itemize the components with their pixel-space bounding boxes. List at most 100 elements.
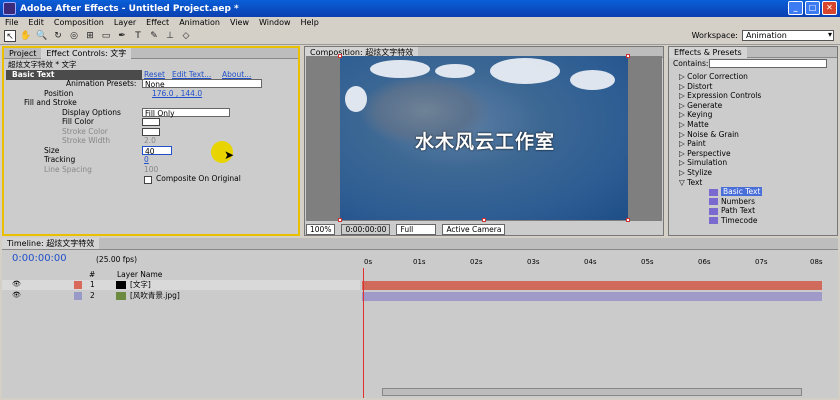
eraser-tool-icon[interactable]: ◇ — [180, 30, 192, 42]
text-tool-icon[interactable]: T — [132, 30, 144, 42]
ep-color-correction[interactable]: ▷ Color Correction — [669, 72, 829, 82]
workspace-selector: Workspace: Animation — [692, 30, 834, 41]
comp-timecode[interactable]: 0:00:00:00 — [341, 223, 391, 235]
animation-presets-dropdown[interactable]: None — [142, 79, 262, 89]
time-ruler[interactable]: 0s 01s 02s 03s 04s 05s 06s 07s 08s — [362, 258, 823, 268]
reset-link[interactable]: Reset — [144, 70, 165, 79]
tab-effect-controls[interactable]: Effect Controls: 文字 — [41, 47, 132, 59]
menu-composition[interactable]: Composition — [54, 17, 104, 28]
contains-input[interactable] — [709, 59, 827, 68]
ep-paint[interactable]: ▷ Paint — [669, 139, 829, 149]
ep-basic-text[interactable]: Basic Text — [669, 187, 829, 197]
clone-stamp-icon[interactable]: ⊥ — [164, 30, 176, 42]
col-layer-name[interactable]: Layer Name — [117, 270, 162, 279]
menu-effect[interactable]: Effect — [146, 17, 169, 28]
effects-presets-panel: Effects & Presets Contains: ▷ Color Corr… — [668, 46, 838, 236]
ep-distort[interactable]: ▷ Distort — [669, 82, 829, 92]
stroke-color-swatch[interactable] — [142, 128, 160, 136]
handle-bc[interactable] — [482, 218, 486, 222]
layer-bar-2[interactable] — [362, 292, 822, 301]
pan-behind-icon[interactable]: ⊞ — [84, 30, 96, 42]
text-layer-icon — [116, 281, 126, 289]
timeline-timecode[interactable]: 0:00:00:00 — [12, 254, 67, 264]
camera-dropdown[interactable]: Active Camera — [442, 223, 506, 235]
handle-tl[interactable] — [338, 54, 342, 58]
edit-text-link[interactable]: Edit Text... — [172, 70, 211, 79]
workspace-dropdown[interactable]: Animation — [742, 30, 834, 41]
layer-row[interactable]: 👁 1 [文字] — [2, 280, 360, 290]
ep-expression-controls[interactable]: ▷ Expression Controls — [669, 91, 829, 101]
app-icon — [3, 2, 16, 15]
rectangle-mask-icon[interactable]: ▭ — [100, 30, 112, 42]
image-layer-icon — [116, 292, 126, 300]
composite-checkbox[interactable] — [144, 176, 152, 184]
tab-timeline[interactable]: Timeline: 超炫文字特效 — [2, 238, 100, 249]
layer-bar-1[interactable] — [362, 281, 822, 290]
tab-project[interactable]: Project — [4, 48, 41, 59]
minimize-button[interactable]: _ — [788, 1, 803, 15]
menu-file[interactable]: File — [5, 17, 18, 28]
effect-preset-icon — [709, 198, 718, 206]
hand-tool-icon[interactable]: ✋ — [20, 30, 32, 42]
col-num: # — [89, 270, 96, 279]
menu-edit[interactable]: Edit — [28, 17, 44, 28]
about-link[interactable]: About... — [222, 70, 251, 79]
eye-icon: 👁 — [12, 280, 21, 288]
rotate-tool-icon[interactable]: ↻ — [52, 30, 64, 42]
quality-dropdown[interactable]: Full — [396, 223, 437, 235]
brush-tool-icon[interactable]: ✎ — [148, 30, 160, 42]
effect-name[interactable]: Basic Text — [12, 70, 55, 79]
line-spacing-value[interactable]: 100 — [144, 165, 158, 174]
menu-window[interactable]: Window — [259, 17, 291, 28]
display-options-dropdown[interactable]: Fill Only — [142, 108, 230, 118]
handle-br[interactable] — [626, 218, 630, 222]
current-time-indicator[interactable] — [363, 268, 364, 398]
ep-text[interactable]: ▽ Text — [669, 178, 829, 188]
menu-help[interactable]: Help — [301, 17, 319, 28]
layer-row[interactable]: 👁 2 [风吹青景.jpg] — [2, 291, 360, 301]
tracking-value[interactable]: 0 — [144, 155, 149, 164]
zoom-tool-icon[interactable]: 🔍 — [36, 30, 48, 42]
comp-text[interactable]: 水木风云工作室 — [380, 127, 590, 154]
ep-matte[interactable]: ▷ Matte — [669, 120, 829, 130]
fill-color-label: Fill Color — [62, 117, 94, 126]
maximize-button[interactable]: □ — [805, 1, 820, 15]
close-button[interactable]: ✕ — [822, 1, 837, 15]
menu-view[interactable]: View — [230, 17, 249, 28]
pen-tool-icon[interactable]: ✒ — [116, 30, 128, 42]
ep-stylize[interactable]: ▷ Stylize — [669, 168, 829, 178]
fill-color-swatch[interactable] — [142, 118, 160, 126]
label-color — [74, 281, 82, 289]
timeline-fps: (25.00 fps) — [96, 255, 138, 264]
orbit-camera-icon[interactable]: ◎ — [68, 30, 80, 42]
selection-tool-icon[interactable]: ↖ — [4, 30, 16, 42]
ep-timecode[interactable]: Timecode — [669, 216, 829, 226]
eye-icon: 👁 — [12, 291, 21, 299]
size-input[interactable]: 40 — [142, 146, 172, 156]
mouse-cursor-icon: ➤ — [224, 148, 235, 162]
handle-tr[interactable] — [626, 54, 630, 58]
tab-effects-presets[interactable]: Effects & Presets — [669, 46, 747, 58]
timeline-panel: 0:00:00:00 (25.00 fps) # Layer Name 0s 0… — [2, 250, 838, 398]
label-color — [74, 292, 82, 300]
comp-footer: 100% 0:00:00:00 Full Active Camera — [306, 223, 662, 235]
timeline-zoom-slider[interactable] — [382, 388, 802, 396]
fill-stroke-group[interactable]: Fill and Stroke — [24, 98, 77, 107]
ep-numbers[interactable]: Numbers — [669, 197, 829, 207]
stroke-width-value[interactable]: 2.0 — [144, 136, 156, 145]
zoom-dropdown[interactable]: 100% — [306, 223, 336, 235]
ep-simulation[interactable]: ▷ Simulation — [669, 158, 829, 168]
size-label: Size — [44, 146, 60, 155]
ep-generate[interactable]: ▷ Generate — [669, 101, 829, 111]
menu-bar: File Edit Composition Layer Effect Anima… — [0, 17, 840, 28]
position-value[interactable]: 176.0 , 144.0 — [152, 89, 202, 98]
menu-animation[interactable]: Animation — [179, 17, 220, 28]
ep-keying[interactable]: ▷ Keying — [669, 110, 829, 120]
ep-path-text[interactable]: Path Text — [669, 206, 829, 216]
menu-layer[interactable]: Layer — [114, 17, 136, 28]
handle-bl[interactable] — [338, 218, 342, 222]
timeline-tab-bar: Timeline: 超炫文字特效 — [2, 238, 838, 250]
comp-image: 水木风云工作室 — [340, 56, 628, 220]
ep-perspective[interactable]: ▷ Perspective — [669, 149, 829, 159]
ep-noise-grain[interactable]: ▷ Noise & Grain — [669, 130, 829, 140]
